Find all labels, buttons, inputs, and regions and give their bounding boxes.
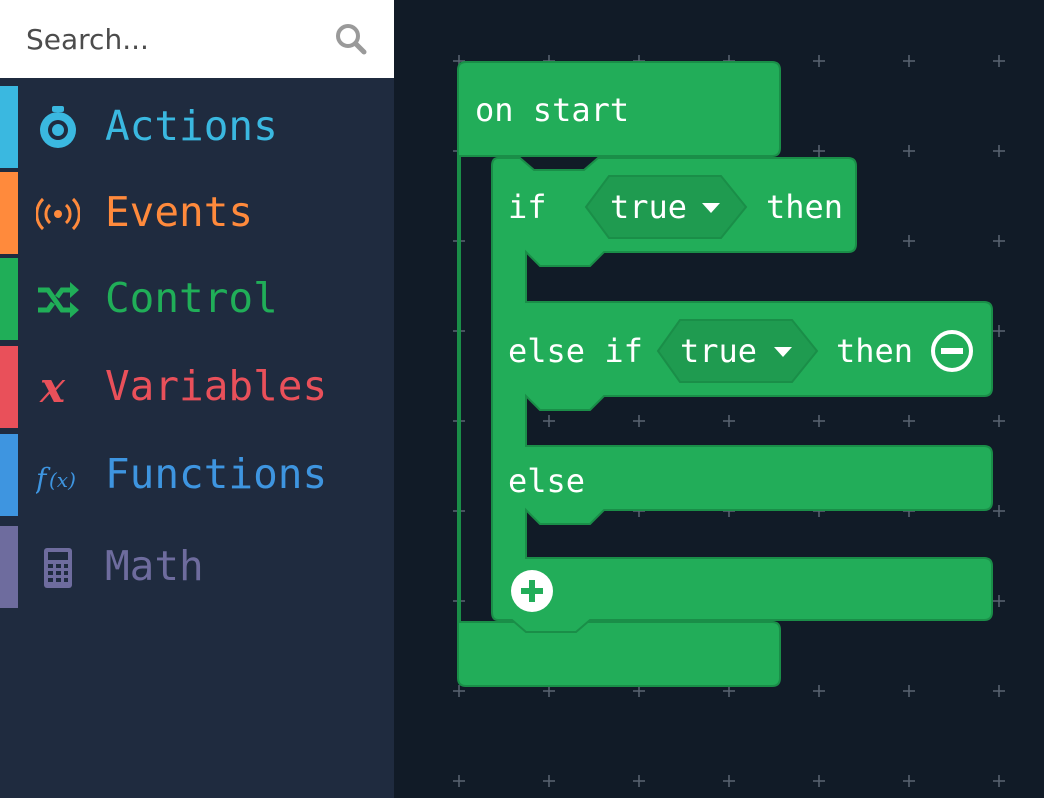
condition-value: true <box>610 188 687 226</box>
category-label: Math <box>105 542 204 590</box>
variable-x-icon: x <box>36 366 80 410</box>
search-bar <box>0 0 394 78</box>
category-color-bar <box>0 526 18 608</box>
category-control[interactable]: Control <box>0 258 394 340</box>
else-label: else <box>508 462 585 500</box>
add-else-if-icon[interactable] <box>511 570 553 612</box>
category-math[interactable]: Math <box>0 526 394 608</box>
blocks-workspace[interactable]: on start if true then else if true then <box>394 0 1044 798</box>
calculator-icon <box>36 546 80 590</box>
category-color-bar <box>0 434 18 516</box>
if-label: if <box>508 188 547 226</box>
broadcast-icon <box>36 192 80 236</box>
category-events[interactable]: Events <box>0 172 394 254</box>
category-label: Control <box>105 274 278 322</box>
category-functions[interactable]: f (x) Functions <box>0 434 394 516</box>
then-label: then <box>836 332 913 370</box>
else-if-label: else if <box>508 332 643 370</box>
svg-text:(x): (x) <box>49 468 76 492</box>
category-label: Events <box>105 188 254 236</box>
category-label: Functions <box>105 450 328 498</box>
if-else-block[interactable]: if true then else if true then else <box>491 157 993 633</box>
actions-icon <box>36 106 80 150</box>
category-label: Actions <box>105 102 278 150</box>
category-label: Variables <box>105 362 328 410</box>
search-icon[interactable] <box>334 22 368 56</box>
condition-dropdown-1[interactable]: true <box>584 175 748 239</box>
condition-value: true <box>680 332 757 370</box>
category-color-bar <box>0 258 18 340</box>
toolbox-sidebar: Actions Events Control <box>0 0 394 798</box>
category-color-bar <box>0 86 18 168</box>
category-color-bar <box>0 346 18 428</box>
condition-dropdown-2[interactable]: true <box>656 319 819 383</box>
category-variables[interactable]: x Variables <box>0 346 394 428</box>
category-color-bar <box>0 172 18 254</box>
category-actions[interactable]: Actions <box>0 86 394 168</box>
on-start-label: on start <box>475 91 629 129</box>
block-stack: on start if true then else if true then <box>457 61 993 687</box>
function-icon: f (x) <box>36 454 80 498</box>
svg-text:x: x <box>39 366 66 410</box>
search-input[interactable] <box>0 0 320 78</box>
then-label: then <box>766 188 843 226</box>
shuffle-icon <box>36 278 80 322</box>
